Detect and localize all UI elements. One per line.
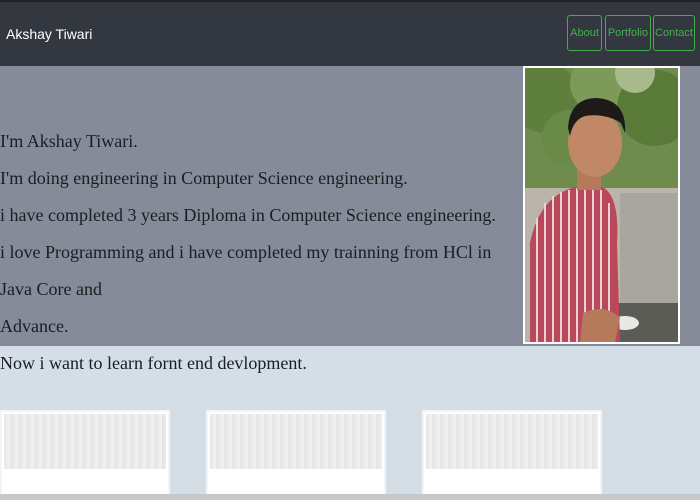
portfolio-card-image — [4, 414, 166, 469]
horizontal-scrollbar[interactable] — [0, 494, 700, 500]
brand-name[interactable]: Akshay Tiwari — [6, 26, 92, 42]
portfolio-card-image — [210, 414, 382, 469]
navbar: Akshay Tiwari About Portfolio Contact — [0, 0, 700, 66]
bio-line: i love Programming and i have completed … — [0, 242, 492, 299]
nav-contact-button[interactable]: Contact — [653, 15, 695, 51]
nav-portfolio-button[interactable]: Portfolio — [605, 15, 651, 51]
bio-line: i have completed 3 years Diploma in Comp… — [0, 205, 496, 225]
portfolio-card[interactable] — [0, 410, 170, 500]
profile-photo — [523, 66, 680, 344]
bio-line: I'm Akshay Tiwari. — [0, 131, 138, 151]
nav-about-button[interactable]: About — [567, 15, 602, 51]
hero-section: I'm Akshay Tiwari. I'm doing engineering… — [0, 66, 700, 373]
bio-line: Advance. — [0, 316, 69, 336]
bio-line: I'm doing engineering in Computer Scienc… — [0, 168, 408, 188]
portfolio-card[interactable] — [206, 410, 386, 500]
portfolio-card[interactable] — [422, 410, 602, 500]
portfolio-card-image — [426, 414, 598, 469]
bio-text: I'm Akshay Tiwari. I'm doing engineering… — [0, 123, 510, 382]
bio-line: Now i want to learn fornt end devlopment… — [0, 353, 307, 373]
profile-photo-image — [525, 68, 678, 342]
